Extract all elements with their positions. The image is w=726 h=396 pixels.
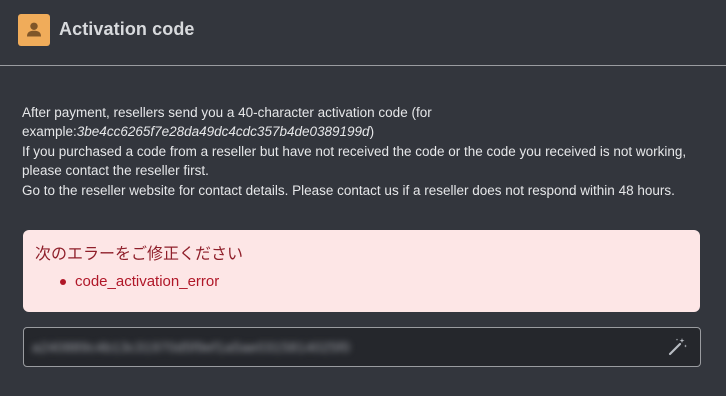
bullet-icon xyxy=(60,278,66,285)
activation-code-panel: Activation code After payment, resellers… xyxy=(0,0,726,396)
info-line-2: example:3be4cc6265f7e28da49dc4cdc357b4de… xyxy=(22,122,712,141)
activation-code-input[interactable] xyxy=(32,336,632,358)
example-prefix: example: xyxy=(22,124,77,140)
alert-title: 次のエラーをご修正ください xyxy=(35,246,244,263)
header-divider xyxy=(0,65,726,66)
activation-code-input-wrapper xyxy=(23,327,701,367)
info-line-1: After payment, resellers send you a 40-c… xyxy=(22,105,432,120)
info-text: After payment, resellers send you a 40-c… xyxy=(22,103,712,200)
magic-wand-icon[interactable] xyxy=(665,336,689,358)
user-icon xyxy=(18,14,50,46)
info-line-4: Go to the reseller website for contact d… xyxy=(22,182,675,198)
error-alert: 次のエラーをご修正ください code_activation_error xyxy=(23,230,700,312)
alert-error-text: code_activation_error xyxy=(75,273,220,290)
panel-header: Activation code xyxy=(0,0,726,64)
page-title: Activation code xyxy=(59,19,195,39)
alert-error-item: code_activation_error xyxy=(60,273,220,290)
example-suffix: ) xyxy=(369,124,375,140)
example-code: 3be4cc6265f7e28da49dc4cdc357b4de0389199d xyxy=(76,124,370,140)
info-line-3: If you purchased a code from a reseller … xyxy=(22,143,687,179)
